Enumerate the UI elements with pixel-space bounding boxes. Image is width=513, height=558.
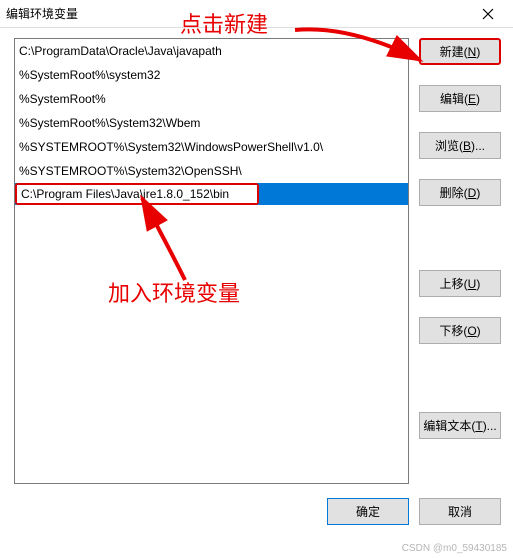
- button-accel: D: [468, 186, 477, 200]
- list-item[interactable]: %SystemRoot%: [15, 87, 408, 111]
- button-label: 编辑: [440, 90, 464, 107]
- list-item[interactable]: %SystemRoot%\system32: [15, 63, 408, 87]
- path-listbox[interactable]: C:\ProgramData\Oracle\Java\javapath %Sys…: [14, 38, 409, 484]
- new-button[interactable]: 新建(N): [419, 38, 501, 65]
- list-item[interactable]: %SYSTEMROOT%\System32\WindowsPowerShell\…: [15, 135, 408, 159]
- cancel-button[interactable]: 取消: [419, 498, 501, 525]
- button-accel: B: [463, 139, 471, 153]
- button-accel: N: [468, 45, 477, 59]
- delete-button[interactable]: 删除(D): [419, 179, 501, 206]
- button-label: 新建: [440, 43, 464, 60]
- path-edit-input[interactable]: [17, 185, 257, 203]
- window-title: 编辑环境变量: [6, 5, 78, 22]
- button-label: 编辑文本: [423, 417, 471, 434]
- browse-button[interactable]: 浏览(B)...: [419, 132, 501, 159]
- watermark: CSDN @m0_59430185: [402, 543, 507, 554]
- movedown-button[interactable]: 下移(O): [419, 317, 501, 344]
- button-label: 删除: [440, 184, 464, 201]
- button-accel: O: [467, 324, 476, 338]
- button-label: 上移: [440, 275, 464, 292]
- list-item[interactable]: %SYSTEMROOT%\System32\OpenSSH\: [15, 159, 408, 183]
- button-label: 下移: [439, 322, 463, 339]
- ok-button[interactable]: 确定: [327, 498, 409, 525]
- button-label: 取消: [448, 503, 472, 520]
- close-icon[interactable]: [469, 0, 507, 28]
- button-accel: U: [468, 277, 477, 291]
- button-accel: T: [475, 419, 482, 433]
- button-label: 确定: [356, 503, 380, 520]
- moveup-button[interactable]: 上移(U): [419, 270, 501, 297]
- edit-button[interactable]: 编辑(E): [419, 85, 501, 112]
- button-label: 浏览: [435, 137, 459, 154]
- button-accel: E: [468, 92, 476, 106]
- list-item[interactable]: C:\ProgramData\Oracle\Java\javapath: [15, 39, 408, 63]
- list-item[interactable]: %SystemRoot%\System32\Wbem: [15, 111, 408, 135]
- edittext-button[interactable]: 编辑文本(T)...: [419, 412, 501, 439]
- list-item-editing[interactable]: [15, 183, 408, 205]
